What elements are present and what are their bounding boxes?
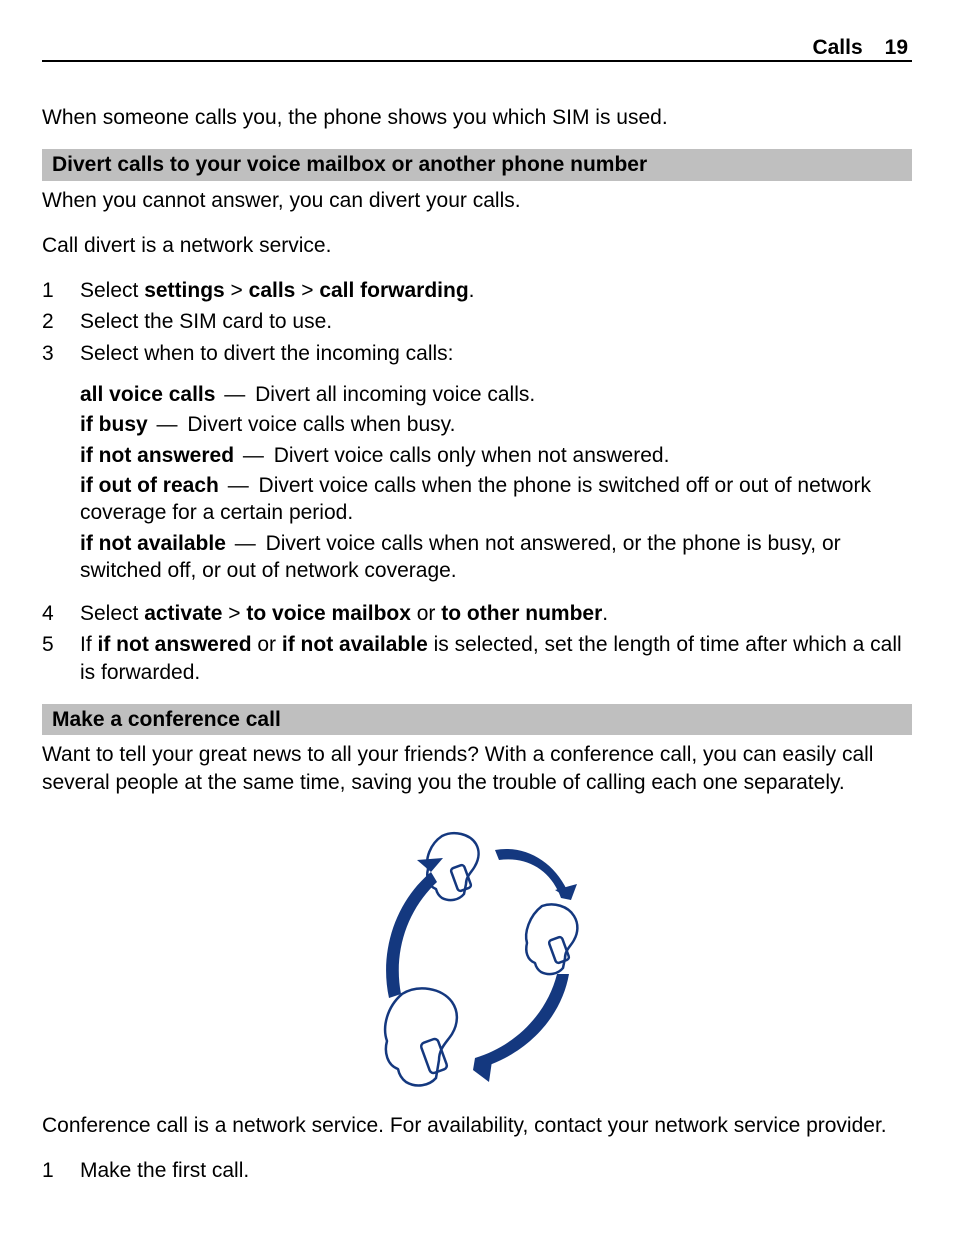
section-heading-conference: Make a conference call bbox=[42, 704, 912, 735]
step-number: 2 bbox=[42, 308, 80, 335]
intro-paragraph: When someone calls you, the phone shows … bbox=[42, 104, 912, 131]
bold-to-voice-mailbox: to voice mailbox bbox=[246, 602, 411, 625]
bold-call-forwarding: call forwarding bbox=[319, 279, 468, 302]
option-term: if not answered bbox=[80, 444, 234, 467]
divert-para-1: When you cannot answer, you can divert y… bbox=[42, 187, 912, 214]
header-section-title: Calls bbox=[812, 36, 862, 60]
divert-steps-cont: 4 Select activate > to voice mailbox or … bbox=[42, 600, 912, 686]
option-if-not-available: if not available — Divert voice calls wh… bbox=[80, 530, 912, 585]
text: . bbox=[602, 602, 608, 625]
divert-steps: 1 Select settings > calls > call forward… bbox=[42, 277, 912, 367]
bold-settings: settings bbox=[144, 279, 225, 302]
page-header: Calls 19 bbox=[42, 36, 912, 62]
option-desc: Divert all incoming voice calls. bbox=[255, 383, 535, 406]
text: > bbox=[222, 602, 246, 625]
conference-call-icon bbox=[347, 814, 607, 1094]
step-text: Make the first call. bbox=[80, 1157, 912, 1184]
divert-step-1: 1 Select settings > calls > call forward… bbox=[42, 277, 912, 304]
divert-step-3: 3 Select when to divert the incoming cal… bbox=[42, 340, 912, 367]
conference-para-2: Conference call is a network service. Fo… bbox=[42, 1112, 912, 1139]
page: Calls 19 When someone calls you, the pho… bbox=[0, 0, 954, 1258]
option-term: if out of reach bbox=[80, 474, 219, 497]
text: Select bbox=[80, 602, 144, 625]
bold-activate: activate bbox=[144, 602, 222, 625]
dash: — bbox=[224, 383, 245, 406]
text: or bbox=[411, 602, 441, 625]
bold-to-other-number: to other number bbox=[441, 602, 602, 625]
conference-steps: 1 Make the first call. bbox=[42, 1157, 912, 1184]
bold-if-not-answered: if not answered bbox=[98, 633, 252, 656]
option-if-busy: if busy — Divert voice calls when busy. bbox=[80, 411, 912, 438]
dash: — bbox=[228, 474, 249, 497]
step-number: 1 bbox=[42, 1157, 80, 1184]
divert-step-4: 4 Select activate > to voice mailbox or … bbox=[42, 600, 912, 627]
dash: — bbox=[157, 413, 178, 436]
divert-step-5: 5 If if not answered or if not available… bbox=[42, 631, 912, 686]
text: or bbox=[252, 633, 282, 656]
step-text: Select when to divert the incoming calls… bbox=[80, 340, 912, 367]
option-term: if busy bbox=[80, 413, 148, 436]
divert-para-2: Call divert is a network service. bbox=[42, 232, 912, 259]
text: > bbox=[225, 279, 249, 302]
page-body: When someone calls you, the phone shows … bbox=[42, 104, 912, 1185]
text: > bbox=[295, 279, 319, 302]
option-all-voice-calls: all voice calls — Divert all incoming vo… bbox=[80, 381, 912, 408]
step-number: 3 bbox=[42, 340, 80, 367]
dash: — bbox=[235, 532, 256, 555]
option-term: all voice calls bbox=[80, 383, 215, 406]
step-text: Select settings > calls > call forwardin… bbox=[80, 277, 912, 304]
conference-call-illustration bbox=[42, 814, 912, 1094]
option-term: if not available bbox=[80, 532, 226, 555]
dash: — bbox=[243, 444, 264, 467]
bold-if-not-available: if not available bbox=[282, 633, 428, 656]
step-number: 5 bbox=[42, 631, 80, 686]
step-text: Select activate > to voice mailbox or to… bbox=[80, 600, 912, 627]
option-if-out-of-reach: if out of reach — Divert voice calls whe… bbox=[80, 472, 912, 527]
conference-para-1: Want to tell your great news to all your… bbox=[42, 741, 912, 796]
option-desc: Divert voice calls when busy. bbox=[187, 413, 455, 436]
conference-step-1: 1 Make the first call. bbox=[42, 1157, 912, 1184]
step-text: Select the SIM card to use. bbox=[80, 308, 912, 335]
divert-step-2: 2 Select the SIM card to use. bbox=[42, 308, 912, 335]
header-page-number: 19 bbox=[885, 36, 908, 60]
text: If bbox=[80, 633, 98, 656]
step-text: If if not answered or if not available i… bbox=[80, 631, 912, 686]
step-number: 1 bbox=[42, 277, 80, 304]
option-desc: Divert voice calls only when not answere… bbox=[274, 444, 670, 467]
text: Select bbox=[80, 279, 144, 302]
option-if-not-answered: if not answered — Divert voice calls onl… bbox=[80, 442, 912, 469]
text: . bbox=[469, 279, 475, 302]
section-heading-divert: Divert calls to your voice mailbox or an… bbox=[42, 149, 912, 180]
bold-calls: calls bbox=[249, 279, 296, 302]
step-number: 4 bbox=[42, 600, 80, 627]
divert-options: all voice calls — Divert all incoming vo… bbox=[80, 381, 912, 584]
